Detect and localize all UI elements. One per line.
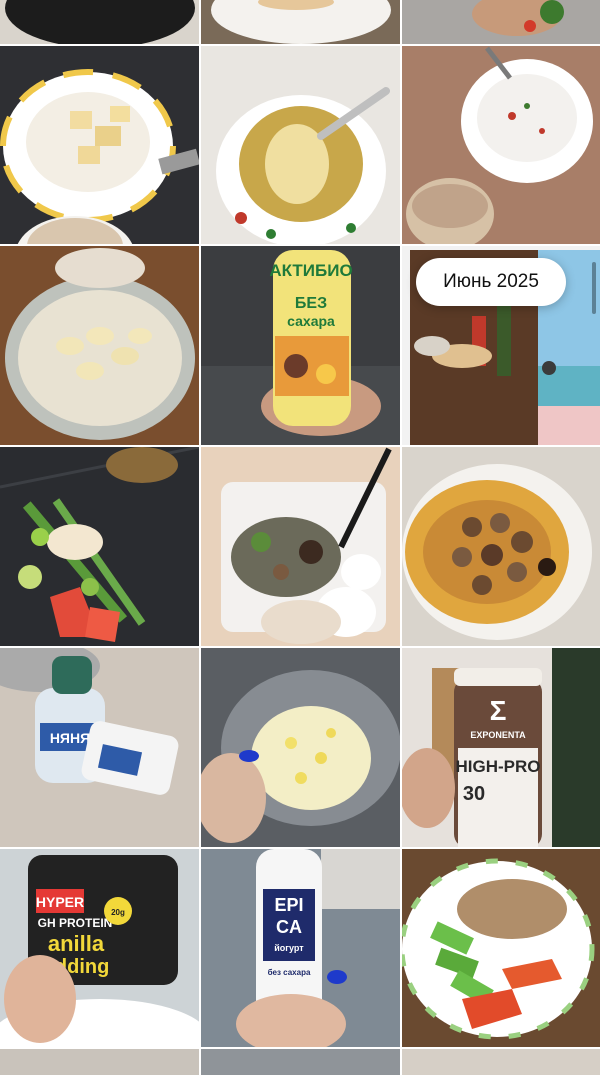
photo-thumbnail[interactable] bbox=[0, 246, 199, 445]
hyper-protein-text: GH PROTEIN bbox=[38, 916, 113, 930]
photo-thumbnail[interactable] bbox=[201, 648, 400, 847]
photo-thumbnail[interactable] bbox=[0, 1049, 199, 1075]
hyper-brand-text: HYPER bbox=[36, 894, 84, 910]
epica-logo-text-2: CA bbox=[276, 917, 302, 937]
photo-thumbnail[interactable]: HYPER GH PROTEIN 20g anilla udding bbox=[0, 849, 199, 1047]
photo-thumbnail[interactable] bbox=[0, 46, 199, 244]
photo-grid: АКТИБИО БЕЗ сахара НЯНЯ Σ EXPONENTA HIGH… bbox=[0, 0, 600, 1075]
aktibio-sub-text-2: сахара bbox=[287, 313, 335, 329]
photo-thumbnail[interactable] bbox=[201, 447, 400, 646]
photo-thumbnail[interactable] bbox=[0, 0, 199, 44]
epica-logo-text: EPI bbox=[274, 895, 303, 915]
photo-thumbnail[interactable] bbox=[402, 1049, 600, 1075]
photo-thumbnail[interactable]: Σ EXPONENTA HIGH-PRO 30 bbox=[402, 648, 600, 847]
photo-thumbnail[interactable]: EPI CA йогурт без сахара bbox=[201, 849, 400, 1047]
photo-thumbnail[interactable] bbox=[0, 447, 199, 646]
epica-sub-text: без сахара bbox=[268, 968, 311, 977]
photo-thumbnail[interactable] bbox=[201, 1049, 400, 1075]
date-scrubber-label[interactable]: Июнь 2025 bbox=[416, 258, 566, 306]
hyper-badge-text: 20g bbox=[111, 908, 125, 917]
photo-thumbnail[interactable] bbox=[402, 46, 600, 244]
photo-thumbnail[interactable] bbox=[402, 849, 600, 1047]
exponenta-number-text: 30 bbox=[463, 783, 485, 805]
exponenta-product-text: HIGH-PRO bbox=[456, 757, 541, 776]
photo-thumbnail[interactable] bbox=[402, 447, 600, 646]
epica-type-text: йогурт bbox=[274, 943, 304, 953]
photo-thumbnail[interactable] bbox=[201, 46, 400, 244]
photo-thumbnail[interactable] bbox=[201, 0, 400, 44]
photo-thumbnail[interactable]: АКТИБИО БЕЗ сахара bbox=[201, 246, 400, 445]
aktibio-sub-text: БЕЗ bbox=[295, 295, 327, 312]
exponenta-logo-text: Σ bbox=[490, 695, 507, 726]
photo-thumbnail[interactable] bbox=[402, 0, 600, 44]
hyper-flavor-text: anilla bbox=[48, 931, 105, 956]
nyanya-label-text: НЯНЯ bbox=[50, 730, 90, 746]
aktibio-brand-text: АКТИБИО bbox=[269, 261, 352, 280]
photo-thumbnail[interactable]: НЯНЯ bbox=[0, 648, 199, 847]
exponenta-brand-text: EXPONENTA bbox=[470, 730, 526, 740]
scrollbar[interactable] bbox=[592, 262, 596, 314]
